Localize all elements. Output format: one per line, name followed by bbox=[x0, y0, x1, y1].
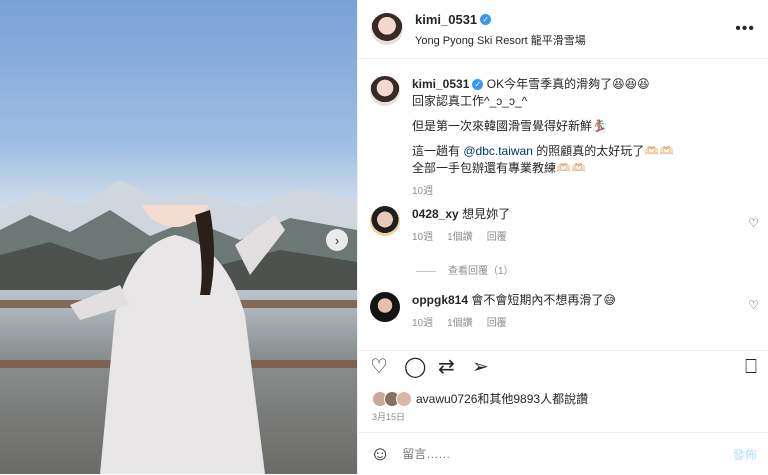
mention-link[interactable]: @dbc.taiwan bbox=[463, 144, 533, 158]
caption-time: 10週 bbox=[412, 186, 434, 197]
likes-summary[interactable]: avawu0726和其他9893人都說讚 bbox=[372, 390, 588, 407]
post-location[interactable]: Yong Pyong Ski Resort 龍平滑雪場 bbox=[415, 32, 586, 48]
commenter-avatar[interactable] bbox=[370, 206, 400, 236]
next-image-button[interactable]: › bbox=[326, 229, 348, 251]
comment-likes-count[interactable]: 1個讚 bbox=[447, 318, 473, 329]
add-comment-bar: ☺ 發佈 bbox=[358, 432, 768, 475]
post-date: 3月15日 bbox=[372, 412, 406, 422]
comment-row: 0428_xy 想見妳了 10週 1個讚 回覆 bbox=[370, 206, 521, 246]
caption-line-2: 回家認真工作^_ↄ_ↄ_^ bbox=[412, 94, 528, 108]
comment-time: 10週 bbox=[412, 318, 434, 329]
caption-line-5: 全部一手包辦還有專業教練🫶🏻🫶🏻 bbox=[412, 161, 586, 175]
reply-button[interactable]: 回覆 bbox=[487, 318, 507, 329]
verified-badge-icon: ✓ bbox=[480, 13, 492, 25]
caption-line-4: 這一趟有 @dbc.taiwan 的照顧真的太好玩了🫶🏻🫶🏻 bbox=[412, 143, 674, 160]
comment-time: 10週 bbox=[412, 232, 434, 243]
caption-username[interactable]: kimi_0531 bbox=[412, 77, 469, 91]
like-heart-icon[interactable]: ♡ bbox=[370, 357, 388, 377]
instagram-post: › kimi_0531 ✓ Yong Pyong Ski Resort 龍平滑雪場… bbox=[0, 0, 768, 474]
share-send-icon[interactable]: ➢ bbox=[472, 357, 489, 377]
comments-section: kimi_0531 ✓ OK今年雪季真的滑夠了😆😆😆 回家認真工作^_ↄ_ↄ_^ … bbox=[358, 58, 768, 348]
comment-input[interactable] bbox=[400, 446, 705, 462]
commenter-avatar[interactable] bbox=[370, 292, 400, 322]
skier-figure bbox=[70, 205, 285, 474]
comment-text: 想見妳了 bbox=[462, 207, 511, 221]
author-avatar[interactable] bbox=[371, 13, 403, 45]
action-bar: ♡ ◯ ⇄ ➢ ⎕ bbox=[358, 350, 768, 387]
post-comment-button[interactable]: 發佈 bbox=[733, 446, 757, 463]
caption-row: kimi_0531 ✓ OK今年雪季真的滑夠了😆😆😆 回家認真工作^_ↄ_ↄ_^ … bbox=[370, 76, 674, 200]
caption-line-4-suffix: 的照顧真的太好玩了🫶🏻🫶🏻 bbox=[532, 144, 675, 158]
likes-text[interactable]: avawu0726和其他9893人都說讚 bbox=[416, 390, 588, 407]
comment-likes-count[interactable]: 1個讚 bbox=[447, 232, 473, 243]
emoji-picker-icon[interactable]: ☺ bbox=[370, 443, 390, 466]
commenter-username[interactable]: 0428_xy bbox=[412, 207, 459, 221]
like-comment-heart-icon[interactable]: ♡ bbox=[748, 298, 759, 312]
caption-line-1: OK今年雪季真的滑夠了😆😆😆 bbox=[486, 77, 650, 91]
author-username[interactable]: kimi_0531 bbox=[415, 12, 477, 27]
post-header: kimi_0531 ✓ Yong Pyong Ski Resort 龍平滑雪場 •… bbox=[358, 0, 768, 59]
repost-icon[interactable]: ⇄ bbox=[438, 357, 455, 377]
comment-row: oppgk814 會不會短期內不想再滑了😅 10週 1個讚 回覆 bbox=[370, 292, 616, 332]
comment-text: 會不會短期內不想再滑了😅 bbox=[471, 293, 616, 307]
caption-line-3: 但是第一次來韓國滑雪覺得好新鮮🏂 bbox=[412, 119, 607, 133]
comment-bubble-icon[interactable]: ◯ bbox=[404, 357, 426, 377]
replies-divider bbox=[416, 270, 436, 272]
like-comment-heart-icon[interactable]: ♡ bbox=[748, 216, 759, 230]
post-details-panel: kimi_0531 ✓ Yong Pyong Ski Resort 龍平滑雪場 •… bbox=[357, 0, 768, 474]
view-replies-button[interactable]: 查看回覆（1） bbox=[416, 262, 514, 277]
reply-button[interactable]: 回覆 bbox=[487, 232, 507, 243]
caption-line-4-prefix: 這一趟有 bbox=[412, 144, 464, 158]
commenter-username[interactable]: oppgk814 bbox=[412, 293, 468, 307]
more-dots-icon[interactable]: ••• bbox=[735, 20, 755, 38]
verified-badge-icon: ✓ bbox=[472, 79, 484, 91]
view-replies-label[interactable]: 查看回覆（1） bbox=[448, 266, 514, 277]
post-photo[interactable]: › bbox=[0, 0, 357, 474]
caption-avatar[interactable] bbox=[370, 76, 400, 106]
bookmark-icon[interactable]: ⎕ bbox=[745, 357, 757, 377]
liker-avatar bbox=[396, 390, 412, 407]
